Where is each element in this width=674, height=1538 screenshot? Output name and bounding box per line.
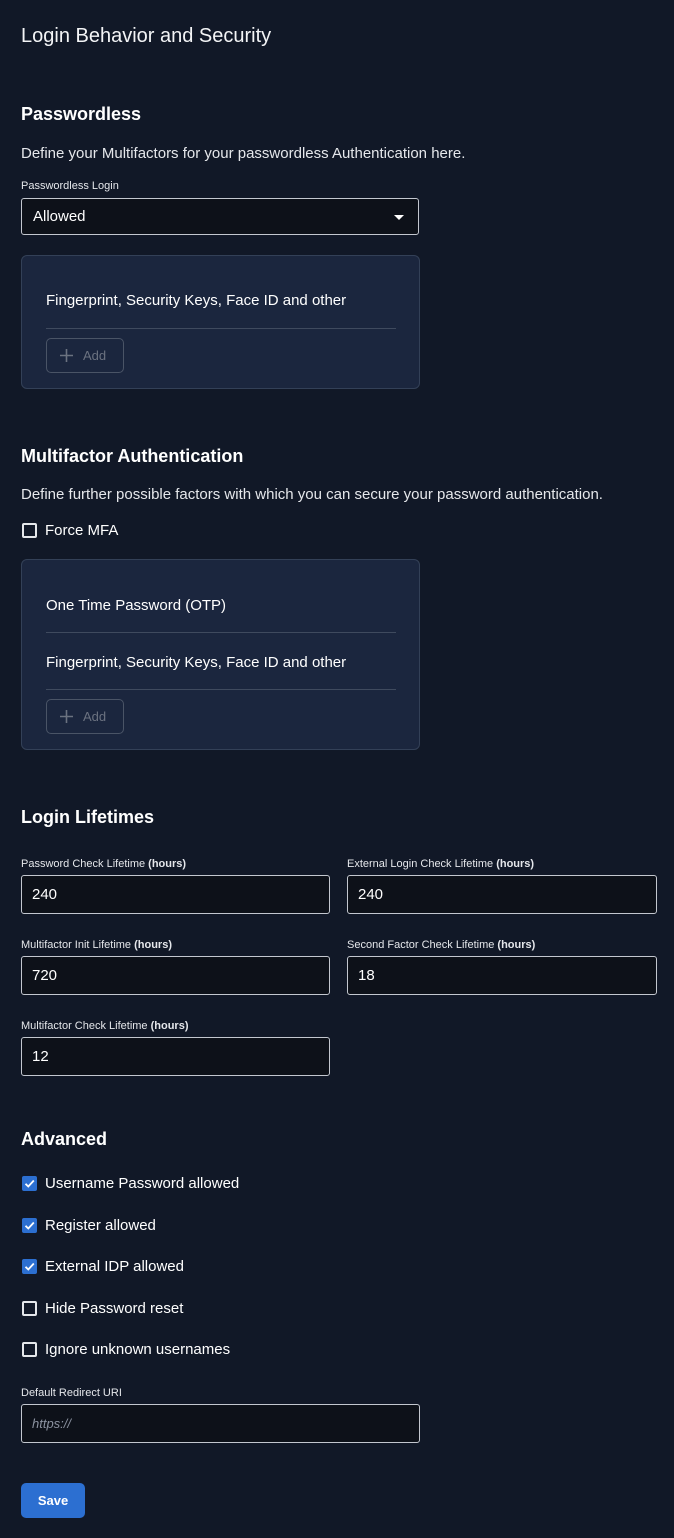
second-factor-check-lifetime-label: Second Factor Check Lifetime (hours)	[347, 938, 535, 952]
field-label-text: Password Check Lifetime	[21, 858, 146, 870]
field-label-unit: (hours)	[134, 939, 172, 951]
page-title: Login Behavior and Security	[21, 25, 272, 47]
passwordless-section-title: Passwordless	[21, 104, 142, 124]
password-check-lifetime-label: Password Check Lifetime (hours)	[21, 857, 186, 871]
field-label-unit: (hours)	[497, 939, 536, 951]
passwordless-add-button[interactable]: Add	[46, 338, 124, 373]
external-login-check-lifetime-label: External Login Check Lifetime (hours)	[347, 857, 534, 871]
add-button-label: Add	[83, 709, 107, 724]
input-value: 720	[32, 967, 58, 984]
plus-icon	[60, 349, 73, 362]
plus-icon	[60, 710, 73, 723]
field-label-unit: (hours)	[496, 858, 535, 870]
add-button-label: Add	[83, 348, 107, 363]
passwordless-description: Define your Multifactors for your passwo…	[21, 145, 466, 162]
save-button[interactable]: Save	[21, 1483, 85, 1518]
input-value: 240	[32, 886, 58, 903]
multifactor-init-lifetime-label: Multifactor Init Lifetime (hours)	[21, 938, 172, 952]
input-value: 18	[358, 967, 375, 984]
card-divider	[46, 632, 396, 633]
default-redirect-uri-input[interactable]: https://	[21, 1404, 420, 1443]
external-idp-allowed-checkbox[interactable]	[22, 1259, 37, 1274]
caret-down-icon	[394, 215, 404, 220]
field-label-text: Multifactor Check Lifetime	[21, 1020, 148, 1032]
field-label-text: External Login Check Lifetime	[347, 858, 494, 870]
register-allowed-label: Register allowed	[45, 1217, 156, 1234]
mfa-factor-item: Fingerprint, Security Keys, Face ID and …	[46, 654, 347, 671]
hide-password-reset-label: Hide Password reset	[45, 1300, 184, 1317]
password-check-lifetime-input[interactable]: 240	[21, 875, 330, 914]
ignore-unknown-usernames-checkbox[interactable]	[22, 1342, 37, 1357]
field-label-unit: (hours)	[150, 1020, 189, 1032]
multifactor-check-lifetime-input[interactable]: 12	[21, 1037, 330, 1076]
input-value: 12	[32, 1048, 49, 1065]
register-allowed-checkbox[interactable]	[22, 1218, 37, 1233]
multifactor-init-lifetime-input[interactable]: 720	[21, 956, 330, 995]
input-value: 240	[358, 886, 384, 903]
passwordless-login-select-value: Allowed	[33, 208, 86, 225]
default-redirect-uri-placeholder: https://	[32, 1416, 72, 1431]
check-icon	[24, 1221, 35, 1230]
advanced-section-title: Advanced	[21, 1129, 108, 1149]
username-password-allowed-label: Username Password allowed	[45, 1175, 240, 1192]
check-icon	[24, 1262, 35, 1271]
mfa-factors-card: One Time Password (OTP) Fingerprint, Sec…	[21, 559, 420, 750]
mfa-description: Define further possible factors with whi…	[21, 486, 603, 503]
mfa-factor-item: One Time Password (OTP)	[46, 597, 227, 614]
multifactor-check-lifetime-label: Multifactor Check Lifetime (hours)	[21, 1019, 189, 1033]
passwordless-login-label: Passwordless Login	[21, 180, 119, 192]
card-divider	[46, 328, 396, 329]
field-label-text: Second Factor Check Lifetime	[347, 939, 495, 951]
field-label-unit: (hours)	[148, 858, 187, 870]
username-password-allowed-checkbox[interactable]	[22, 1176, 37, 1191]
force-mfa-label: Force MFA	[45, 522, 119, 539]
passwordless-factor-item: Fingerprint, Security Keys, Face ID and …	[46, 292, 347, 309]
passwordless-login-select[interactable]: Allowed	[21, 198, 419, 235]
force-mfa-checkbox[interactable]	[22, 523, 37, 538]
card-divider	[46, 689, 396, 690]
hide-password-reset-checkbox[interactable]	[22, 1301, 37, 1316]
field-label-text: Multifactor Init Lifetime	[21, 939, 132, 951]
check-icon	[24, 1179, 35, 1188]
external-idp-allowed-label: External IDP allowed	[45, 1258, 184, 1275]
lifetimes-section-title: Login Lifetimes	[21, 807, 155, 827]
ignore-unknown-usernames-label: Ignore unknown usernames	[45, 1341, 231, 1358]
mfa-add-button[interactable]: Add	[46, 699, 124, 734]
external-login-check-lifetime-input[interactable]: 240	[347, 875, 657, 914]
passwordless-factors-card: Fingerprint, Security Keys, Face ID and …	[21, 255, 420, 389]
mfa-section-title: Multifactor Authentication	[21, 446, 244, 466]
default-redirect-uri-label: Default Redirect URI	[21, 1387, 122, 1399]
second-factor-check-lifetime-input[interactable]: 18	[347, 956, 657, 995]
